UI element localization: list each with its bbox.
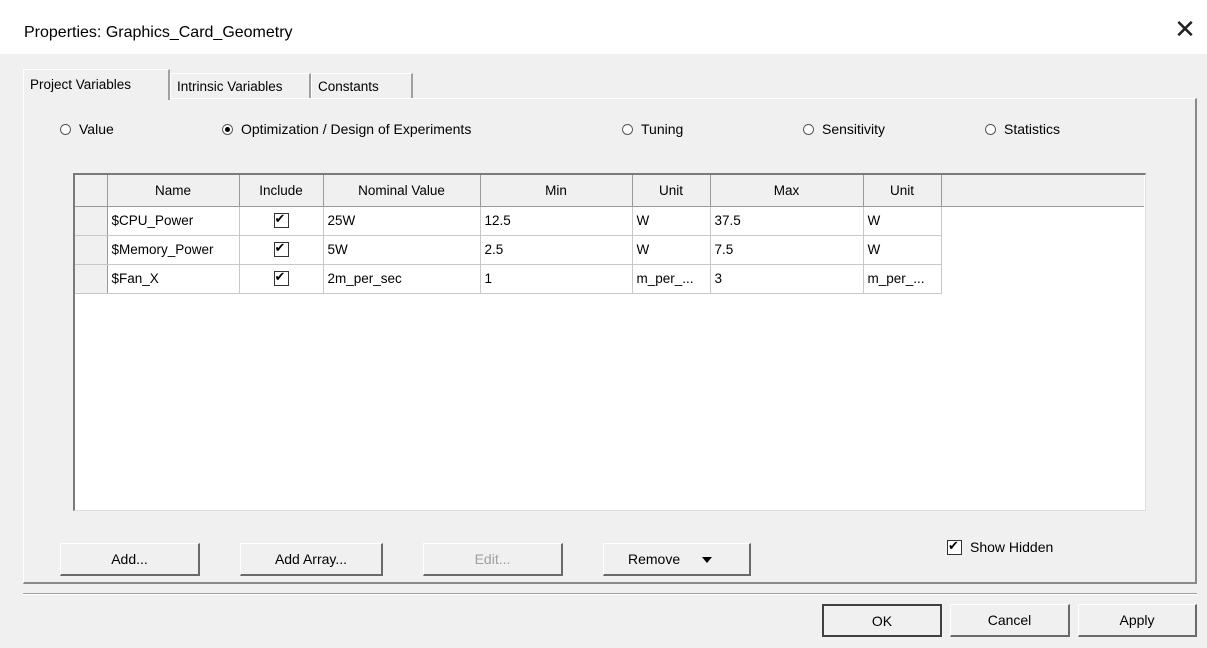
cell-min[interactable]: 12.5: [480, 206, 633, 236]
variables-grid[interactable]: Name Include Nominal Value Min Unit Max …: [73, 173, 1146, 511]
remove-label: Remove: [628, 551, 681, 567]
checkbox-checked-icon[interactable]: [947, 538, 962, 555]
cell-max-unit[interactable]: W: [863, 206, 942, 236]
row-header-corner: [75, 175, 108, 207]
cancel-button[interactable]: Cancel: [950, 604, 1070, 637]
cell-min-unit[interactable]: m_per_...: [632, 264, 711, 294]
cell-max[interactable]: 7.5: [710, 235, 864, 265]
radio-button-icon: [803, 123, 814, 135]
column-header-max[interactable]: Max: [710, 175, 864, 207]
radio-sensitivity[interactable]: Sensitivity: [803, 121, 885, 137]
radio-optimization[interactable]: Optimization / Design of Experiments: [222, 121, 471, 137]
column-header-max-unit[interactable]: Unit: [863, 175, 942, 207]
cell-min[interactable]: 1: [480, 264, 633, 294]
cell-max-unit[interactable]: W: [863, 235, 942, 265]
column-header-min[interactable]: Min: [480, 175, 633, 207]
cell-nominal[interactable]: 5W: [323, 235, 481, 265]
chevron-down-icon[interactable]: [702, 557, 713, 564]
radio-statistics[interactable]: Statistics: [985, 121, 1060, 137]
column-header-min-unit[interactable]: Unit: [632, 175, 711, 207]
checkbox-checked-icon[interactable]: [273, 240, 289, 258]
ok-button[interactable]: OK: [822, 604, 942, 637]
show-hidden-label: Show Hidden: [970, 539, 1054, 555]
dialog-title: Properties: Graphics_Card_Geometry: [24, 24, 293, 41]
add-button[interactable]: Add...: [60, 543, 200, 576]
cell-name[interactable]: $Fan_X: [107, 264, 240, 294]
cell-include[interactable]: [239, 264, 324, 294]
cell-include[interactable]: [239, 206, 324, 236]
separator-line: [23, 593, 1197, 595]
cell-nominal[interactable]: 25W: [323, 206, 481, 236]
radio-button-selected-icon: [222, 123, 233, 135]
row-header[interactable]: [75, 206, 108, 236]
radio-label: Value: [79, 121, 114, 137]
radio-button-icon: [60, 123, 71, 135]
cell-name[interactable]: $Memory_Power: [107, 235, 240, 265]
variables-table: Name Include Nominal Value Min Unit Max …: [75, 175, 1144, 294]
tab-project-variables[interactable]: Project Variables: [23, 69, 170, 100]
column-header-nominal-value[interactable]: Nominal Value: [323, 175, 481, 207]
column-header-include[interactable]: Include: [239, 175, 324, 207]
table-row[interactable]: $CPU_Power 25W 12.5 W 37.5 W: [75, 206, 1144, 236]
close-icon[interactable]: ✕: [1170, 14, 1200, 44]
cell-max[interactable]: 3: [710, 264, 864, 294]
cell-max[interactable]: 37.5: [710, 206, 864, 236]
tab-constants[interactable]: Constants: [311, 73, 413, 99]
cell-max-unit[interactable]: m_per_...: [863, 264, 942, 294]
cell-min[interactable]: 2.5: [480, 235, 633, 265]
edit-button[interactable]: Edit...: [423, 543, 563, 576]
cell-include[interactable]: [239, 235, 324, 265]
cell-name[interactable]: $CPU_Power: [107, 206, 240, 236]
column-header-filler: [941, 175, 1144, 207]
apply-button[interactable]: Apply: [1078, 604, 1197, 637]
cell-nominal[interactable]: 2m_per_sec: [323, 264, 481, 294]
column-header-name[interactable]: Name: [107, 175, 240, 207]
row-header[interactable]: [75, 235, 108, 265]
radio-value[interactable]: Value: [60, 121, 114, 137]
radio-tuning[interactable]: Tuning: [622, 121, 683, 137]
table-header-row: Name Include Nominal Value Min Unit Max …: [75, 175, 1144, 207]
row-header[interactable]: [75, 264, 108, 294]
radio-button-icon: [622, 123, 633, 135]
filler-cell: [941, 235, 1144, 264]
radio-label: Tuning: [641, 121, 684, 137]
cell-min-unit[interactable]: W: [632, 235, 711, 265]
radio-button-icon: [985, 123, 996, 135]
show-hidden-checkbox[interactable]: Show Hidden: [947, 538, 1054, 555]
filler-cell: [941, 206, 1144, 235]
remove-button[interactable]: Remove: [603, 543, 751, 576]
radio-label: Sensitivity: [822, 121, 886, 137]
filler-cell: [941, 264, 1144, 293]
title-bar: Properties: Graphics_Card_Geometry ✕: [0, 0, 1207, 54]
add-array-button[interactable]: Add Array...: [240, 543, 383, 576]
tab-intrinsic-variables[interactable]: Intrinsic Variables: [170, 73, 311, 99]
radio-label: Statistics: [1004, 121, 1061, 137]
cell-min-unit[interactable]: W: [632, 206, 711, 236]
table-row[interactable]: $Memory_Power 5W 2.5 W 7.5 W: [75, 235, 1144, 265]
checkbox-checked-icon[interactable]: [273, 211, 289, 229]
radio-label: Optimization / Design of Experiments: [241, 121, 472, 137]
table-row[interactable]: $Fan_X 2m_per_sec 1 m_per_... 3 m_per_..…: [75, 264, 1144, 294]
checkbox-checked-icon[interactable]: [273, 269, 289, 287]
